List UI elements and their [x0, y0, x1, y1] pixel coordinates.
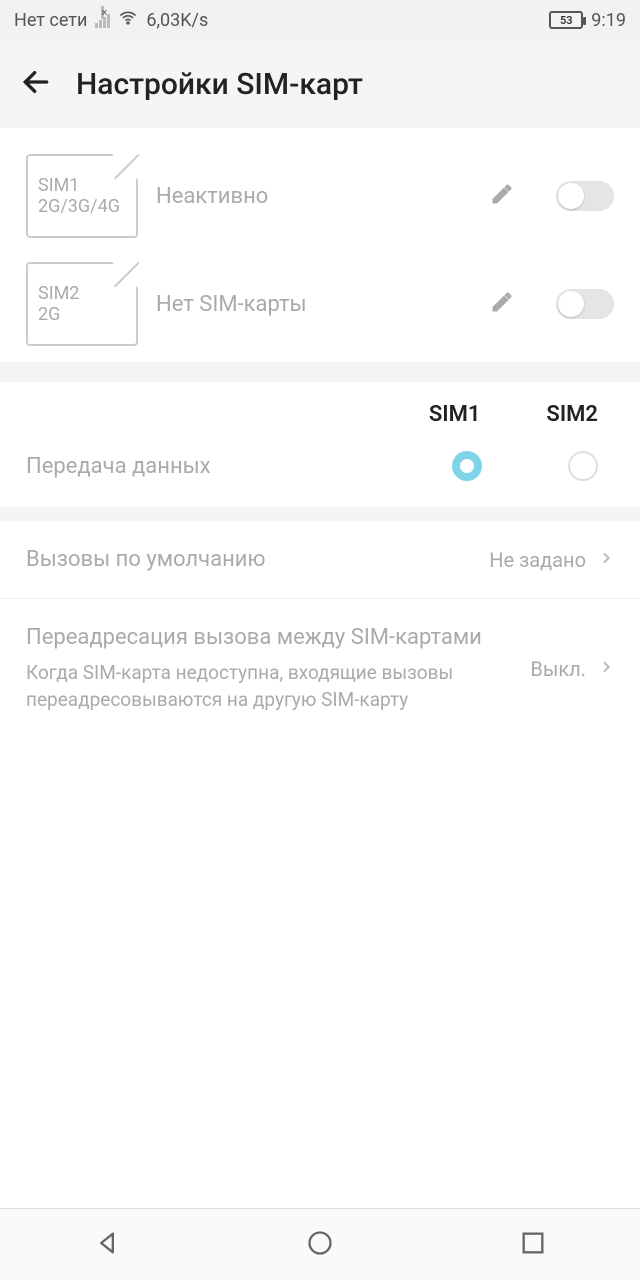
clock: 9:19: [591, 10, 626, 31]
data-sim2-radio[interactable]: [568, 451, 598, 481]
network-status: Нет сети: [14, 10, 87, 31]
radio-col-sim2: SIM2: [546, 402, 598, 427]
chevron-right-icon: [598, 550, 614, 570]
sim1-toggle[interactable]: [556, 181, 614, 211]
default-calls-value: Не задано: [489, 548, 586, 572]
call-forwarding-desc: Когда SIM-карта недоступна, входящие выз…: [26, 660, 518, 713]
default-calls-row[interactable]: Вызовы по умолчанию Не задано: [0, 521, 640, 599]
sim-cards-section: SIM1 2G/3G/4G Неактивно SIM2 2G Нет SIM-…: [0, 128, 640, 362]
section-divider: [0, 507, 640, 521]
app-header: Настройки SIM-карт: [0, 40, 640, 128]
battery-icon: 53: [549, 11, 583, 29]
call-forwarding-title: Переадресация вызова между SIM-картами: [26, 625, 518, 650]
sim2-card-icon: SIM2 2G: [26, 262, 138, 346]
nav-recent-button[interactable]: [519, 1229, 547, 1261]
default-calls-label: Вызовы по умолчанию: [26, 547, 477, 572]
sim2-status: Нет SIM-карты: [156, 292, 472, 317]
radio-col-sim1: SIM1: [429, 402, 481, 427]
back-button[interactable]: [20, 66, 52, 102]
data-sim-section: SIM1 SIM2 Передача данных: [0, 382, 640, 507]
sim1-status: Неактивно: [156, 184, 472, 209]
section-divider: [0, 362, 640, 382]
sim1-card-icon: SIM1 2G/3G/4G: [26, 154, 138, 238]
nav-back-button[interactable]: [93, 1229, 121, 1261]
data-sim1-radio[interactable]: [452, 451, 482, 481]
nav-home-button[interactable]: [306, 1229, 334, 1261]
sim1-edit-button[interactable]: [490, 182, 514, 210]
wifi-icon: [118, 8, 138, 33]
data-transfer-label: Передача данных: [26, 454, 452, 479]
signal-icon: ×: [95, 12, 110, 28]
sim2-toggle[interactable]: [556, 289, 614, 319]
sim1-row: SIM1 2G/3G/4G Неактивно: [0, 142, 640, 250]
call-forwarding-value: Выкл.: [530, 657, 586, 681]
sim2-row: SIM2 2G Нет SIM-карты: [0, 250, 640, 358]
network-speed: 6,03K/s: [146, 10, 208, 31]
page-title: Настройки SIM-карт: [76, 67, 363, 102]
call-forwarding-row[interactable]: Переадресация вызова между SIM-картами К…: [0, 599, 640, 739]
sim2-edit-button[interactable]: [490, 290, 514, 318]
system-navbar: [0, 1208, 640, 1280]
chevron-right-icon: [598, 659, 614, 679]
status-bar: Нет сети × 6,03K/s 53 9:19: [0, 0, 640, 40]
